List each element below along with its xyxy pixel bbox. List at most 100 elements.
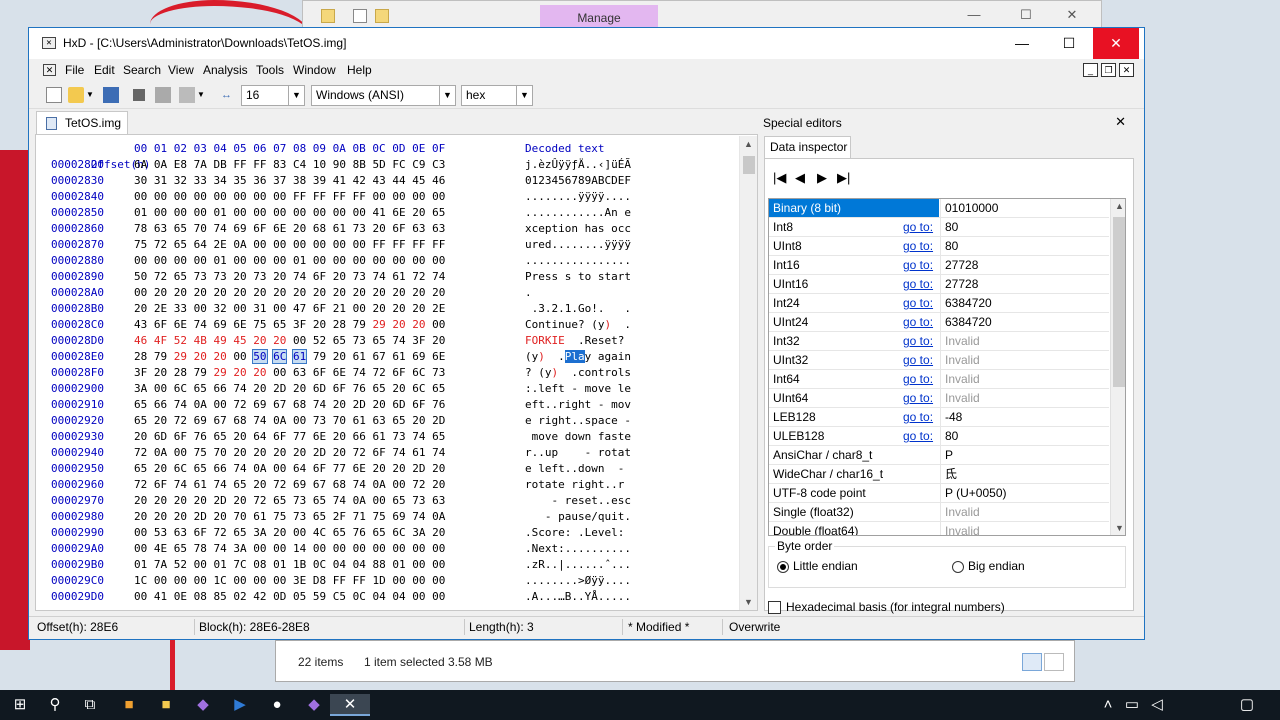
inspector-row[interactable]: UInt32 go to: Invalid: [769, 351, 1109, 370]
row-bytes[interactable]: 00 00 00 00 01 00 00 00 01 00 00 00 00 0…: [134, 253, 445, 269]
title-bar[interactable]: ✕ HxD - [C:\Users\Administrator\Download…: [29, 28, 1144, 59]
network-icon[interactable]: ▭: [1121, 694, 1143, 716]
menu-help[interactable]: Help: [347, 63, 372, 77]
close-icon[interactable]: ✕: [1063, 7, 1081, 23]
visual-studio-icon[interactable]: ◆: [192, 694, 214, 716]
row-bytes[interactable]: 00 00 00 00 00 00 00 00 FF FF FF FF 00 0…: [134, 189, 445, 205]
inspector-value[interactable]: 80: [940, 218, 1109, 237]
row-decoded[interactable]: move down faste: [525, 429, 631, 445]
goto-link[interactable]: go to:: [903, 427, 933, 445]
menu-tools[interactable]: Tools: [256, 63, 284, 77]
row-decoded[interactable]: ............An e: [525, 205, 631, 221]
row-decoded[interactable]: 0123456789ABCDEF: [525, 173, 631, 189]
row-bytes[interactable]: 72 6F 74 61 74 65 20 72 69 67 68 74 0A 0…: [134, 477, 445, 493]
search-icon[interactable]: ⚲: [44, 694, 66, 716]
row-bytes[interactable]: 20 20 20 20 2D 20 72 65 73 65 74 0A 00 6…: [134, 493, 445, 509]
row-bytes[interactable]: 20 20 20 2D 20 70 61 75 73 65 2F 71 75 6…: [134, 509, 445, 525]
inspector-row[interactable]: Int8 go to: 80: [769, 218, 1109, 237]
row-bytes[interactable]: 43 6F 6E 74 69 6E 75 65 3F 20 28 79 29 2…: [134, 317, 445, 333]
little-endian-label[interactable]: Little endian: [793, 559, 858, 573]
row-decoded[interactable]: .: [525, 285, 631, 301]
row-bytes[interactable]: 46 4F 52 4B 49 45 20 20 00 52 65 73 65 7…: [134, 333, 445, 349]
inspector-row[interactable]: UInt64 go to: Invalid: [769, 389, 1109, 408]
bytes-per-row-select[interactable]: 16 ▼: [241, 85, 305, 106]
goto-link[interactable]: go to:: [903, 313, 933, 331]
row-decoded[interactable]: eft..right - mov: [525, 397, 631, 413]
big-endian-radio[interactable]: [952, 561, 964, 573]
inspector-row[interactable]: UInt8 go to: 80: [769, 237, 1109, 256]
goto-link[interactable]: go to:: [903, 275, 933, 293]
inspector-row[interactable]: WideChar / char16_t 氐: [769, 465, 1109, 484]
inspector-value[interactable]: -48: [940, 408, 1109, 427]
row-bytes[interactable]: 50 72 65 73 73 20 73 20 74 6F 20 73 74 6…: [134, 269, 445, 285]
row-bytes[interactable]: 28 79 29 20 20 00 50 6C 61 79 20 61 67 6…: [134, 349, 445, 365]
row-decoded[interactable]: ........>Øÿÿ....: [525, 573, 631, 589]
tab-tetos-img[interactable]: TetOS.img: [36, 111, 128, 135]
minimize-icon[interactable]: —: [999, 28, 1045, 59]
next-icon[interactable]: ▶: [817, 171, 827, 185]
inspector-scrollbar[interactable]: ▲ ▼: [1110, 199, 1125, 535]
row-decoded[interactable]: ........ÿÿÿÿ....: [525, 189, 631, 205]
notifications-icon[interactable]: ▢: [1236, 694, 1258, 716]
inspector-row[interactable]: Int16 go to: 27728: [769, 256, 1109, 275]
minimize-icon[interactable]: —: [965, 7, 983, 22]
new-file-icon[interactable]: [46, 87, 62, 103]
goto-link[interactable]: go to:: [903, 351, 933, 369]
goto-link[interactable]: go to:: [903, 408, 933, 426]
open-file-icon[interactable]: [68, 87, 84, 103]
close-icon[interactable]: ✕: [1093, 28, 1139, 59]
mdi-minimize-icon[interactable]: _: [1083, 63, 1098, 77]
row-decoded[interactable]: rotate right..r: [525, 477, 631, 493]
inspector-row[interactable]: Binary (8 bit) 01010000: [769, 199, 1109, 218]
row-decoded[interactable]: j.èzÛÿÿƒÄ..‹]üÉÃ: [525, 157, 631, 173]
close-icon[interactable]: ✕: [1115, 114, 1126, 130]
inspector-value[interactable]: Invalid: [940, 332, 1109, 351]
goto-link[interactable]: go to:: [903, 218, 933, 236]
inspector-value[interactable]: 6384720: [940, 294, 1109, 313]
charset-select[interactable]: Windows (ANSI) ▼: [311, 85, 456, 106]
row-bytes[interactable]: 1C 00 00 00 1C 00 00 00 3E D8 FF FF 1D 0…: [134, 573, 445, 589]
inspector-row[interactable]: UInt24 go to: 6384720: [769, 313, 1109, 332]
row-decoded[interactable]: FORKIE .Reset?: [525, 333, 631, 349]
scroll-thumb[interactable]: [1113, 217, 1125, 387]
inspector-row[interactable]: Int32 go to: Invalid: [769, 332, 1109, 351]
chevron-up-icon[interactable]: ˄: [1097, 694, 1119, 716]
inspector-grid[interactable]: Binary (8 bit) 01010000 Int8 go to: 80 UInt8 g…: [768, 198, 1126, 536]
goto-link[interactable]: go to:: [903, 332, 933, 350]
inspector-row[interactable]: Double (float64) Invalid: [769, 522, 1109, 535]
chevron-down-icon[interactable]: ▼: [197, 87, 213, 103]
row-decoded[interactable]: .zR..|......ˆ...: [525, 557, 631, 573]
inspector-value[interactable]: 27728: [940, 275, 1109, 294]
last-icon[interactable]: ▶|: [837, 171, 850, 185]
row-decoded[interactable]: e left..down -: [525, 461, 631, 477]
maximize-icon[interactable]: ☐: [1017, 7, 1035, 23]
row-bytes[interactable]: 6A 0A E8 7A DB FF FF 83 C4 10 90 8B 5D F…: [134, 157, 445, 173]
manage-tab[interactable]: Manage: [540, 5, 658, 29]
close-file-icon[interactable]: [133, 89, 145, 101]
row-decoded[interactable]: .Next:..........: [525, 541, 631, 557]
big-endian-label[interactable]: Big endian: [968, 559, 1025, 573]
row-decoded[interactable]: (y) .Play again: [525, 349, 631, 365]
row-decoded[interactable]: xception has occ: [525, 221, 631, 237]
row-bytes[interactable]: 75 72 65 64 2E 0A 00 00 00 00 00 00 FF F…: [134, 237, 445, 253]
row-bytes[interactable]: 3A 00 6C 65 66 74 20 2D 20 6D 6F 76 65 2…: [134, 381, 445, 397]
volume-icon[interactable]: ◁: [1146, 694, 1168, 716]
row-bytes[interactable]: 65 66 74 0A 00 72 69 67 68 74 20 2D 20 6…: [134, 397, 445, 413]
inspector-value[interactable]: 80: [940, 427, 1109, 446]
row-decoded[interactable]: :.left - move le: [525, 381, 631, 397]
row-decoded[interactable]: r..up - rotat: [525, 445, 631, 461]
row-decoded[interactable]: - reset..esc: [525, 493, 632, 509]
menu-edit[interactable]: Edit: [94, 63, 115, 77]
inspector-row[interactable]: Int24 go to: 6384720: [769, 294, 1109, 313]
goto-link[interactable]: go to:: [903, 237, 933, 255]
first-icon[interactable]: |◀: [773, 171, 786, 185]
row-decoded[interactable]: .Score: .Level:: [525, 525, 631, 541]
save-icon[interactable]: [103, 87, 119, 103]
row-bytes[interactable]: 3F 20 28 79 29 20 20 00 63 6F 6E 74 72 6…: [134, 365, 445, 381]
menu-analysis[interactable]: Analysis: [203, 63, 248, 77]
hex-scrollbar[interactable]: ▲ ▼: [739, 136, 757, 610]
row-bytes[interactable]: 01 00 00 00 01 00 00 00 00 00 00 00 41 6…: [134, 205, 445, 221]
scroll-down-icon[interactable]: ▼: [744, 597, 753, 607]
inspector-value[interactable]: P: [940, 446, 1109, 465]
row-decoded[interactable]: - pause/quit.: [525, 509, 631, 525]
